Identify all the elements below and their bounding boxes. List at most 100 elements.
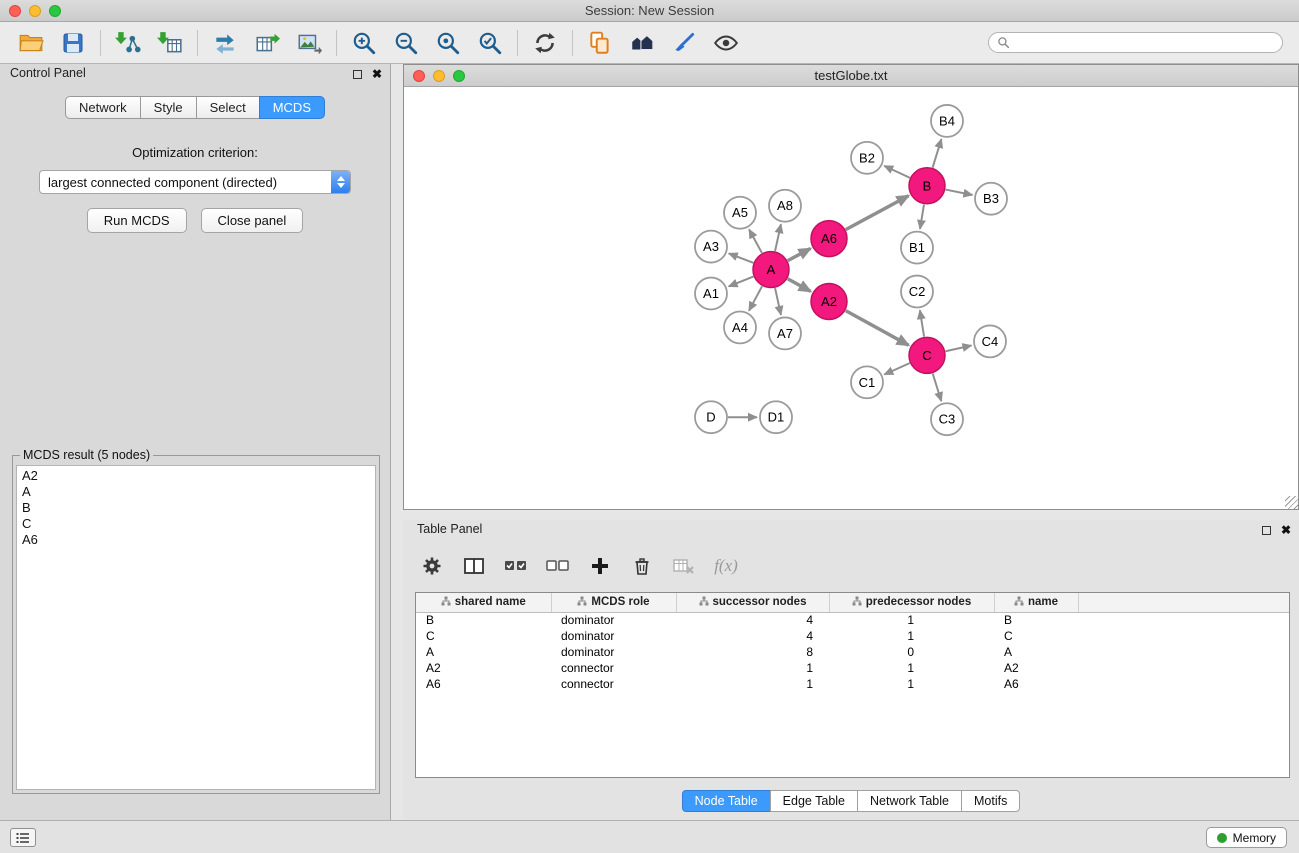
- column-header-shared-name[interactable]: shared name: [416, 593, 551, 612]
- node-C2[interactable]: C2: [901, 276, 933, 308]
- criterion-select[interactable]: largest connected component (directed): [39, 170, 351, 194]
- network-minimize-button[interactable]: [433, 70, 445, 82]
- edge-C-C3[interactable]: [933, 373, 942, 401]
- node-D1[interactable]: D1: [760, 401, 792, 433]
- edge-A-A7[interactable]: [775, 288, 781, 315]
- result-item[interactable]: B: [22, 500, 370, 516]
- node-A4[interactable]: A4: [724, 311, 756, 343]
- eye-icon[interactable]: [705, 27, 747, 59]
- node-B2[interactable]: B2: [851, 142, 883, 174]
- edge-A2-C[interactable]: [846, 311, 909, 346]
- close-window-button[interactable]: [9, 5, 21, 17]
- edge-A-A2[interactable]: [788, 279, 811, 292]
- network-close-button[interactable]: [413, 70, 425, 82]
- save-session-icon[interactable]: [52, 27, 94, 59]
- node-A2[interactable]: A2: [811, 284, 847, 320]
- deselect-all-icon[interactable]: [545, 553, 571, 579]
- table-row[interactable]: A2connector11A2: [416, 660, 1078, 676]
- float-panel-icon[interactable]: [353, 70, 362, 79]
- zoom-in-icon[interactable]: [343, 27, 385, 59]
- column-header-name[interactable]: name: [994, 593, 1078, 612]
- export-network-icon[interactable]: [204, 27, 246, 59]
- select-all-icon[interactable]: [503, 553, 529, 579]
- column-header-predecessor-nodes[interactable]: predecessor nodes: [829, 593, 994, 612]
- edge-A6-B[interactable]: [846, 196, 909, 230]
- network-zoom-button[interactable]: [453, 70, 465, 82]
- edge-A-A8[interactable]: [775, 224, 781, 251]
- close-panel-icon[interactable]: ✖: [372, 69, 382, 79]
- table-row[interactable]: Cdominator41C: [416, 628, 1078, 644]
- export-image-icon[interactable]: [288, 27, 330, 59]
- node-B1[interactable]: B1: [901, 232, 933, 264]
- columns-icon[interactable]: [461, 553, 487, 579]
- tab-network-table[interactable]: Network Table: [857, 790, 961, 812]
- tab-select[interactable]: Select: [196, 96, 259, 119]
- tab-edge-table[interactable]: Edge Table: [770, 790, 857, 812]
- export-table-icon[interactable]: [246, 27, 288, 59]
- function-builder-icon[interactable]: f(x): [713, 553, 739, 579]
- node-A6[interactable]: A6: [811, 221, 847, 257]
- node-C1[interactable]: C1: [851, 366, 883, 398]
- node-A3[interactable]: A3: [695, 231, 727, 263]
- node-A[interactable]: A: [753, 252, 789, 288]
- node-B[interactable]: B: [909, 168, 945, 204]
- edge-A-A4[interactable]: [749, 286, 762, 310]
- node-A1[interactable]: A1: [695, 278, 727, 310]
- node-C[interactable]: C: [909, 337, 945, 373]
- result-item[interactable]: C: [22, 516, 370, 532]
- edge-B-B3[interactable]: [946, 190, 973, 195]
- result-item[interactable]: A6: [22, 532, 370, 548]
- network-canvas[interactable]: B4B2BB3A5A8A6A3B1AC2A1A2A4A7C4CC1DD1C3: [404, 88, 1298, 509]
- node-D[interactable]: D: [695, 401, 727, 433]
- home-icon[interactable]: [621, 27, 663, 59]
- refresh-icon[interactable]: [524, 27, 566, 59]
- panels-menu-button[interactable]: [10, 828, 36, 847]
- memory-button[interactable]: Memory: [1206, 827, 1287, 848]
- tab-motifs[interactable]: Motifs: [961, 790, 1020, 812]
- tab-style[interactable]: Style: [140, 96, 196, 119]
- close-panel-button[interactable]: Close panel: [201, 208, 304, 233]
- edge-A-A3[interactable]: [729, 253, 754, 262]
- zoom-window-button[interactable]: [49, 5, 61, 17]
- add-column-icon[interactable]: [587, 553, 613, 579]
- network-graph[interactable]: B4B2BB3A5A8A6A3B1AC2A1A2A4A7C4CC1DD1C3: [404, 88, 1298, 509]
- edge-C-C4[interactable]: [946, 346, 972, 352]
- edge-B-B2[interactable]: [884, 166, 910, 178]
- open-file-icon[interactable]: [10, 27, 52, 59]
- zoom-fit-icon[interactable]: [427, 27, 469, 59]
- node-B3[interactable]: B3: [975, 183, 1007, 215]
- close-table-panel-icon[interactable]: ✖: [1281, 525, 1291, 535]
- node-A8[interactable]: A8: [769, 190, 801, 222]
- delete-table-icon[interactable]: [671, 553, 697, 579]
- float-table-panel-icon[interactable]: [1262, 526, 1271, 535]
- column-header-successor-nodes[interactable]: successor nodes: [676, 593, 829, 612]
- node-B4[interactable]: B4: [931, 105, 963, 137]
- search-input[interactable]: [1010, 35, 1274, 51]
- zoom-selected-icon[interactable]: [469, 27, 511, 59]
- column-header-MCDS-role[interactable]: MCDS role: [551, 593, 676, 612]
- tab-mcds[interactable]: MCDS: [259, 96, 325, 119]
- paint-style-icon[interactable]: [663, 27, 705, 59]
- delete-column-icon[interactable]: [629, 553, 655, 579]
- zoom-out-icon[interactable]: [385, 27, 427, 59]
- table-row[interactable]: Bdominator41B: [416, 612, 1078, 628]
- node-A5[interactable]: A5: [724, 197, 756, 229]
- first-neighbors-icon[interactable]: [579, 27, 621, 59]
- edge-B-B4[interactable]: [933, 139, 942, 168]
- result-item[interactable]: A2: [22, 468, 370, 484]
- import-network-icon[interactable]: [107, 27, 149, 59]
- edge-A-A1[interactable]: [729, 277, 754, 287]
- tab-network[interactable]: Network: [65, 96, 140, 119]
- table-row[interactable]: A6connector11A6: [416, 676, 1078, 692]
- edge-C-C1[interactable]: [884, 363, 909, 374]
- import-table-icon[interactable]: [149, 27, 191, 59]
- run-mcds-button[interactable]: Run MCDS: [87, 208, 187, 233]
- edge-C-C2[interactable]: [920, 310, 924, 336]
- minimize-window-button[interactable]: [29, 5, 41, 17]
- edge-B-B1[interactable]: [920, 204, 924, 228]
- result-item[interactable]: A: [22, 484, 370, 500]
- edge-A-A5[interactable]: [749, 229, 762, 253]
- resize-grip[interactable]: [1285, 496, 1298, 509]
- node-C4[interactable]: C4: [974, 325, 1006, 357]
- table-row[interactable]: Adominator80A: [416, 644, 1078, 660]
